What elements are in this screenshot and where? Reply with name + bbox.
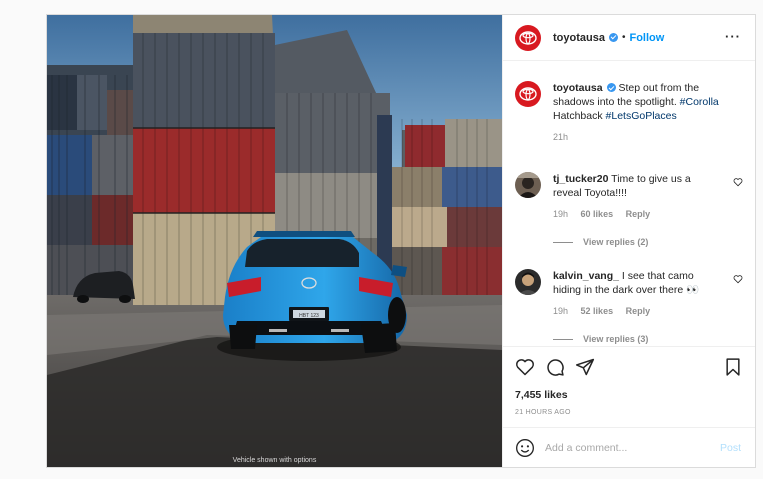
caption-comment: toyotausa Step out from the shadows into… (515, 81, 743, 161)
view-replies-button[interactable]: View replies (3) (553, 334, 648, 344)
comment-username[interactable]: toyotausa (553, 82, 603, 94)
share-paper-plane-icon[interactable] (575, 357, 595, 377)
car-photo-image: HBT 123 (47, 15, 502, 467)
comment-time[interactable]: 21h (553, 132, 568, 142)
comment-item: kalvin_vang_ I see that camo hiding in t… (515, 269, 743, 345)
emoji-picker-icon[interactable] (515, 438, 535, 458)
comment-username[interactable]: tj_tucker20 (553, 173, 608, 185)
comment-like-heart-icon[interactable] (733, 177, 743, 187)
post-photo[interactable]: HBT 123 Vehicle shown with options (47, 15, 502, 467)
separator-dot: • (621, 32, 626, 43)
post-comment-button[interactable]: Post (720, 442, 741, 454)
photo-disclaimer: Vehicle shown with options (232, 457, 317, 464)
license-plate-text: HBT 123 (299, 313, 319, 319)
reply-button[interactable]: Reply (626, 306, 651, 316)
instagram-post: HBT 123 Vehicle shown with options toyot… (46, 14, 756, 468)
avatar[interactable] (515, 81, 541, 107)
replies-divider (553, 338, 573, 340)
add-comment-bar: Add a comment... Post (503, 427, 755, 467)
follow-button[interactable]: Follow (629, 32, 664, 44)
likes-count[interactable]: 7,455 likes (515, 389, 568, 401)
save-bookmark-icon[interactable] (723, 357, 743, 377)
post-side-panel: toyotausa • Follow ··· toyotausa Step ou… (502, 15, 755, 467)
header-username-text[interactable]: toyotausa (553, 32, 605, 44)
comment-time[interactable]: 19h (553, 209, 568, 219)
comment-time[interactable]: 19h (553, 306, 568, 316)
post-timestamp[interactable]: 21 HOURS AGO (515, 409, 571, 416)
caption-text: toyotausa Step out from the shadows into… (553, 81, 721, 123)
verified-badge-icon (608, 32, 618, 42)
comment-text: kalvin_vang_ I see that camo hiding in t… (553, 269, 721, 297)
user-photo-icon (515, 269, 541, 295)
comment-like-heart-icon[interactable] (733, 274, 743, 284)
header-username[interactable]: toyotausa (553, 32, 618, 44)
more-options-icon[interactable]: ··· (725, 29, 741, 44)
comment-input[interactable]: Add a comment... (545, 442, 627, 454)
comment-text: tj_tucker20 Time to give us a reveal Toy… (553, 172, 721, 200)
comment-meta: 19h 52 likes Reply (553, 306, 660, 316)
user-photo-icon (515, 172, 541, 198)
view-replies-button[interactable]: View replies (2) (553, 237, 648, 247)
avatar[interactable] (515, 172, 541, 198)
view-replies-label[interactable]: View replies (2) (583, 237, 648, 247)
post-header: toyotausa • Follow ··· (503, 15, 755, 61)
toyota-logo-icon (519, 87, 537, 101)
comment-meta: 19h 60 likes Reply (553, 209, 660, 219)
avatar[interactable] (515, 24, 541, 51)
view-replies-label[interactable]: View replies (3) (583, 334, 648, 344)
like-heart-icon[interactable] (515, 357, 535, 377)
caption-text-part: Hatchback (553, 110, 606, 122)
hashtag-link[interactable]: #LetsGoPlaces (606, 110, 677, 122)
post-actions: 7,455 likes 21 HOURS AGO (503, 346, 755, 426)
avatar[interactable] (515, 269, 541, 295)
replies-divider (553, 241, 573, 243)
comment-meta: 21h (553, 132, 578, 142)
reply-button[interactable]: Reply (626, 209, 651, 219)
verified-badge-icon (606, 83, 616, 92)
hashtag-link[interactable]: #Corolla (680, 96, 719, 108)
comment-likes[interactable]: 52 likes (581, 306, 614, 316)
comment-likes[interactable]: 60 likes (581, 209, 614, 219)
comment-username[interactable]: kalvin_vang_ (553, 270, 619, 282)
comments-list: toyotausa Step out from the shadows into… (503, 62, 755, 345)
toyota-logo-icon (519, 30, 537, 45)
comment-bubble-icon[interactable] (545, 357, 565, 377)
comment-item: tj_tucker20 Time to give us a reveal Toy… (515, 172, 743, 252)
